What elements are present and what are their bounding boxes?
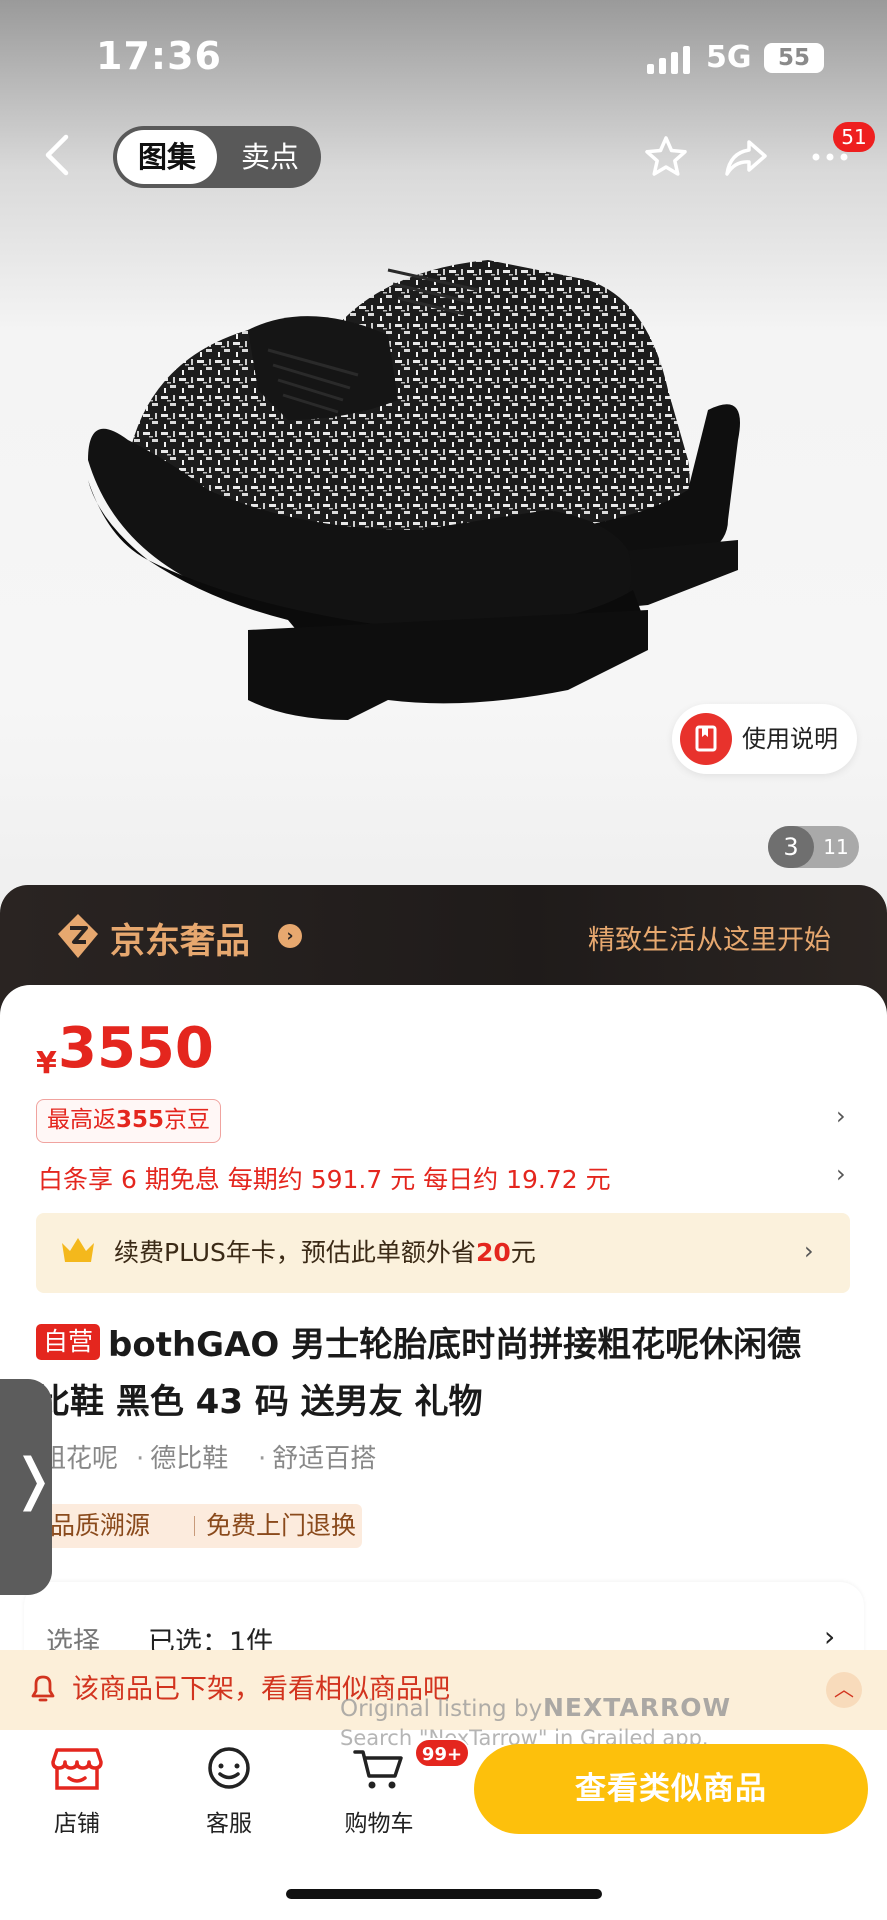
feature-tag: · 舒适百搭 <box>258 1444 377 1474</box>
page-total: 11 <box>823 835 849 859</box>
chevron-right-icon[interactable]: › <box>836 1160 846 1188</box>
customer-service-button[interactable]: 客服 <box>174 1744 284 1837</box>
message-badge: 51 <box>833 122 875 152</box>
baitiao-installment[interactable]: 白条享 6 期免息 每期约 591.7 元 每日约 19.72 元 <box>38 1160 611 1196</box>
feature-tag: · 德比鞋 <box>136 1444 229 1474</box>
product-title-line2: 比鞋 黑色 43 码 送男友 礼物 <box>36 1382 483 1422</box>
watermark-text: Original listing by <box>340 1696 543 1722</box>
status-time: 17:36 <box>96 34 222 78</box>
back-icon[interactable] <box>40 133 76 177</box>
chevron-right-icon: › <box>804 1237 814 1265</box>
product-gallery[interactable]: 17:36 5G 55 图集 卖点 51 使用说明 3 11 <box>0 0 887 905</box>
price-amount: 3550 <box>58 1016 214 1081</box>
home-indicator[interactable] <box>286 1889 602 1899</box>
bean-suffix: 京豆 <box>164 1107 211 1133</box>
cart-icon <box>353 1750 403 1789</box>
bell-icon <box>31 1675 55 1702</box>
gallery-tab-switch: 图集 卖点 <box>113 126 321 188</box>
star-icon[interactable] <box>642 133 690 181</box>
bean-prefix: 最高返 <box>47 1107 116 1133</box>
gallery-page-indicator: 3 11 <box>768 826 859 868</box>
page-current: 3 <box>768 826 814 868</box>
jd-luxury-name[interactable]: 京东奢品 <box>110 913 250 964</box>
crown-icon <box>62 1238 94 1262</box>
product-title: 自营 bothGAO 男士轮胎底时尚拼接粗花呢休闲德 <box>36 1317 866 1373</box>
side-drawer-handle[interactable]: ❭ <box>0 1379 57 1595</box>
tab-selling-points[interactable]: 卖点 <box>223 130 317 184</box>
jd-luxury-slogan: 精致生活从这里开始 <box>588 925 831 956</box>
price-currency: ¥ <box>36 1046 57 1081</box>
chevron-up-icon[interactable]: ︿ <box>826 1672 862 1708</box>
cart-label: 购物车 <box>344 1811 414 1837</box>
jd-luxury-logo-icon <box>58 914 98 958</box>
chevron-right-icon: ❭ <box>10 1447 57 1512</box>
plus-renewal-card[interactable]: 续费PLUS年卡，预估此单额外省20元 › <box>36 1213 850 1293</box>
chevron-right-icon: › <box>278 924 302 948</box>
user-manual-label: 使用说明 <box>742 725 838 753</box>
bean-amount: 355 <box>116 1107 165 1133</box>
product-image <box>88 260 740 720</box>
jd-bean-rebate-tag[interactable]: 最高返355京豆 <box>36 1099 222 1143</box>
service-tags[interactable]: 品质溯源 免费上门退换 <box>40 1504 362 1548</box>
service-tag-traceability: 品质溯源 <box>50 1511 151 1540</box>
watermark-logo: NEXTARROW <box>543 1693 732 1722</box>
customer-service-label: 客服 <box>206 1811 252 1837</box>
tab-gallery[interactable]: 图集 <box>117 130 217 184</box>
chevron-right-icon: › <box>824 1620 836 1653</box>
view-similar-button[interactable]: 查看类似商品 <box>474 1744 868 1834</box>
chevron-right-icon[interactable]: › <box>836 1102 846 1130</box>
manual-icon <box>680 713 732 765</box>
share-icon[interactable] <box>722 133 770 181</box>
customer-service-icon <box>208 1747 250 1789</box>
plus-renewal-text: 续费PLUS年卡，预估此单额外省20元 <box>114 1238 536 1267</box>
cart-count-badge: 99+ <box>414 1738 470 1768</box>
self-operated-tag: 自营 <box>36 1324 101 1360</box>
service-tag-free-return: 免费上门退换 <box>206 1511 357 1540</box>
battery-icon: 55 <box>764 43 824 73</box>
signal-icon <box>647 44 693 74</box>
store-label: 店铺 <box>54 1811 100 1837</box>
store-icon <box>51 1748 103 1790</box>
user-manual-button[interactable]: 使用说明 <box>672 704 857 774</box>
store-button[interactable]: 店铺 <box>22 1744 132 1837</box>
network-type: 5G <box>706 40 752 75</box>
